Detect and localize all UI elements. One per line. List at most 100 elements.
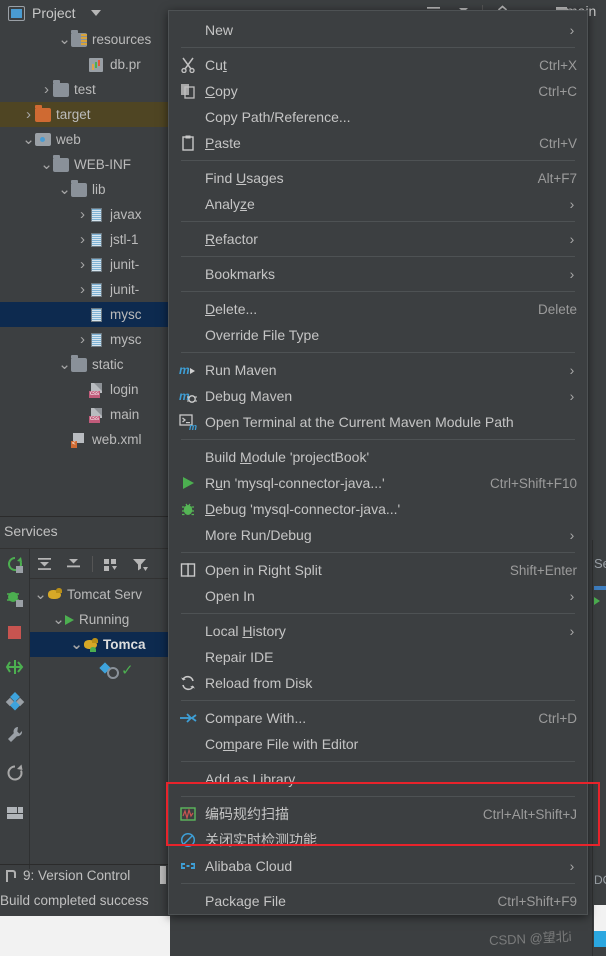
tree-node-target[interactable]: › target — [0, 102, 175, 127]
tree-node-web-inf[interactable]: ⌄ WEB-INF — [0, 152, 175, 177]
menu-item-open-in-right-split[interactable]: Open in Right Split Shift+Enter — [169, 557, 587, 583]
group-by-icon[interactable] — [97, 554, 126, 574]
menu-item-compare-file-with-editor[interactable]: Compare File with Editor — [169, 731, 587, 757]
chevron-down-icon[interactable]: ⌄ — [70, 637, 83, 652]
tree-node-login[interactable]: css login — [0, 377, 175, 402]
filter-icon[interactable] — [126, 554, 155, 574]
menu-item-override-file-type[interactable]: Override File Type — [169, 322, 587, 348]
menu-item-refactor[interactable]: Refactor › — [169, 226, 587, 252]
menu-item-compare-with[interactable]: Compare With... Ctrl+D — [169, 705, 587, 731]
menu-item-bookmarks[interactable]: Bookmarks › — [169, 261, 587, 287]
maven-debug-icon: m — [177, 387, 199, 405]
menu-item-new[interactable]: New › — [169, 17, 587, 43]
tree-node-junit-[interactable]: › junit- — [0, 277, 175, 302]
stop-icon[interactable] — [5, 623, 25, 643]
menu-item-open-in[interactable]: Open In › — [169, 583, 587, 609]
tree-node-mysc[interactable]: mysc — [0, 302, 175, 327]
wrench-settings-icon[interactable] — [5, 725, 25, 745]
ide-window: Project main ⌄resourcesdb.pr›test›target… — [0, 0, 606, 956]
menu-item-paste[interactable]: Paste Ctrl+V — [169, 130, 587, 156]
menu-separator — [181, 439, 575, 440]
services-title: Services — [4, 523, 58, 539]
refresh-icon[interactable] — [5, 763, 25, 783]
menu-item-run-mysql-connector-java[interactable]: Run 'mysql-connector-java...' Ctrl+Shift+… — [169, 470, 587, 496]
chevron-right-icon[interactable]: › — [76, 282, 89, 297]
xml-file-icon: < — [71, 432, 87, 448]
menu-item-copy[interactable]: Copy Ctrl+C — [169, 78, 587, 104]
services-node-running[interactable]: ⌄ Running — [30, 607, 175, 632]
menu-item-cut[interactable]: Cut Ctrl+X — [169, 52, 587, 78]
menu-item-more-run-debug[interactable]: More Run/Debug › — [169, 522, 587, 548]
tree-node-junit-[interactable]: › junit- — [0, 252, 175, 277]
chevron-right-icon[interactable]: › — [76, 232, 89, 247]
services-node-tomca[interactable]: ⌄ Tomca — [30, 632, 175, 657]
menu-item-run-maven[interactable]: m Run Maven › — [169, 357, 587, 383]
chevron-right-icon: › — [569, 196, 575, 212]
menu-item-reload-from-disk[interactable]: Reload from Disk — [169, 670, 587, 696]
project-tool-window-tab[interactable]: Project — [8, 2, 101, 24]
chevron-down-icon[interactable]: ⌄ — [34, 587, 47, 602]
menu-item-icon-empty — [177, 195, 199, 213]
services-tree[interactable]: ⌄ Tomcat Serv ⌄ Running ⌄ Tomca ✓ — [30, 582, 175, 682]
menu-separator — [181, 47, 575, 48]
context-menu[interactable]: New › Cut Ctrl+X Copy Ctrl+C Copy Path/Referen… — [168, 10, 588, 915]
menu-item-find-usages[interactable]: Find Usages Alt+F7 — [169, 165, 587, 191]
menu-item-local-history[interactable]: Local History › — [169, 618, 587, 644]
tree-node-jstl-1[interactable]: › jstl-1 — [0, 227, 175, 252]
chevron-down-icon[interactable]: ⌄ — [52, 612, 65, 627]
version-control-tab[interactable]: 9: Version Control — [5, 868, 130, 883]
chevron-right-icon: › — [569, 588, 575, 604]
redeploy-icon[interactable] — [5, 657, 25, 677]
tree-node-mysc[interactable]: › mysc — [0, 327, 175, 352]
menu-item-icon-empty — [177, 526, 199, 544]
chevron-down-icon[interactable]: ⌄ — [58, 357, 71, 372]
chevron-down-icon[interactable]: ⌄ — [58, 32, 71, 47]
tree-node-main[interactable]: css main — [0, 402, 175, 427]
chevron-down-icon[interactable]: ⌄ — [58, 182, 71, 197]
chevron-down-icon[interactable] — [90, 10, 101, 16]
tree-node-resources[interactable]: ⌄ resources — [0, 27, 175, 52]
chevron-down-icon[interactable]: ⌄ — [22, 132, 35, 147]
chevron-right-icon: › — [569, 623, 575, 639]
menu-item-build-module-projectbook[interactable]: Build Module 'projectBook' — [169, 444, 587, 470]
project-tree[interactable]: ⌄ resources db.pr › test › target ⌄ web ⌄ WEB-INF ⌄… — [0, 27, 175, 452]
menu-item-alibaba-cloud[interactable]: Alibaba Cloud › — [169, 853, 587, 879]
chevron-right-icon[interactable]: › — [76, 332, 89, 347]
tree-node-static[interactable]: ⌄ static — [0, 352, 175, 377]
menu-item-label: Copy Path/Reference... — [205, 109, 351, 125]
tree-node-web[interactable]: ⌄ web — [0, 127, 175, 152]
menu-item-delete[interactable]: Delete... Delete — [169, 296, 587, 322]
chevron-down-icon[interactable]: ⌄ — [40, 157, 53, 172]
chevron-right-icon[interactable]: › — [22, 107, 35, 122]
right-blue-marker — [594, 586, 606, 590]
menu-item-shortcut: Ctrl+V — [539, 135, 577, 151]
menu-item-debug-maven[interactable]: m Debug Maven › — [169, 383, 587, 409]
menu-item-copy-path-reference[interactable]: Copy Path/Reference... — [169, 104, 587, 130]
menu-item-item[interactable]: 编码规约扫描 Ctrl+Alt+Shift+J — [169, 801, 587, 827]
services-node-deployment[interactable]: ✓ — [30, 657, 175, 682]
menu-item-analyze[interactable]: Analyze › — [169, 191, 587, 217]
collapse-all-icon[interactable] — [59, 554, 88, 574]
tree-node-test[interactable]: › test — [0, 77, 175, 102]
tree-node-web-xml[interactable]: < web.xml — [0, 427, 175, 452]
tree-node-javax[interactable]: › javax — [0, 202, 175, 227]
menu-item-shortcut: Ctrl+X — [539, 57, 577, 73]
tree-node-lib[interactable]: ⌄ lib — [0, 177, 175, 202]
menu-item-debug-mysql-connector-java[interactable]: Debug 'mysql-connector-java...' — [169, 496, 587, 522]
menu-item-item[interactable]: 关闭实时检测功能 — [169, 827, 587, 853]
chevron-right-icon[interactable]: › — [76, 257, 89, 272]
deploy-icon[interactable] — [5, 691, 25, 711]
layout-icon[interactable] — [5, 803, 25, 823]
rerun-debug-icon[interactable] — [5, 589, 25, 609]
chevron-right-icon[interactable]: › — [40, 82, 53, 97]
tree-node-db-pr[interactable]: db.pr — [0, 52, 175, 77]
rerun-icon[interactable] — [5, 555, 25, 575]
services-node-tomcat-serv[interactable]: ⌄ Tomcat Serv — [30, 582, 175, 607]
menu-item-label: Compare File with Editor — [205, 736, 359, 752]
menu-item-open-terminal-at-the-current-maven-module-path[interactable]: m Open Terminal at the Current Maven Modu… — [169, 409, 587, 435]
chevron-right-icon[interactable]: › — [76, 207, 89, 222]
menu-item-add-as-library[interactable]: Add as Library... — [169, 766, 587, 792]
menu-item-repair-ide[interactable]: Repair IDE — [169, 644, 587, 670]
menu-item-package-file[interactable]: Package File Ctrl+Shift+F9 — [169, 888, 587, 914]
expand-all-icon[interactable] — [30, 554, 59, 574]
